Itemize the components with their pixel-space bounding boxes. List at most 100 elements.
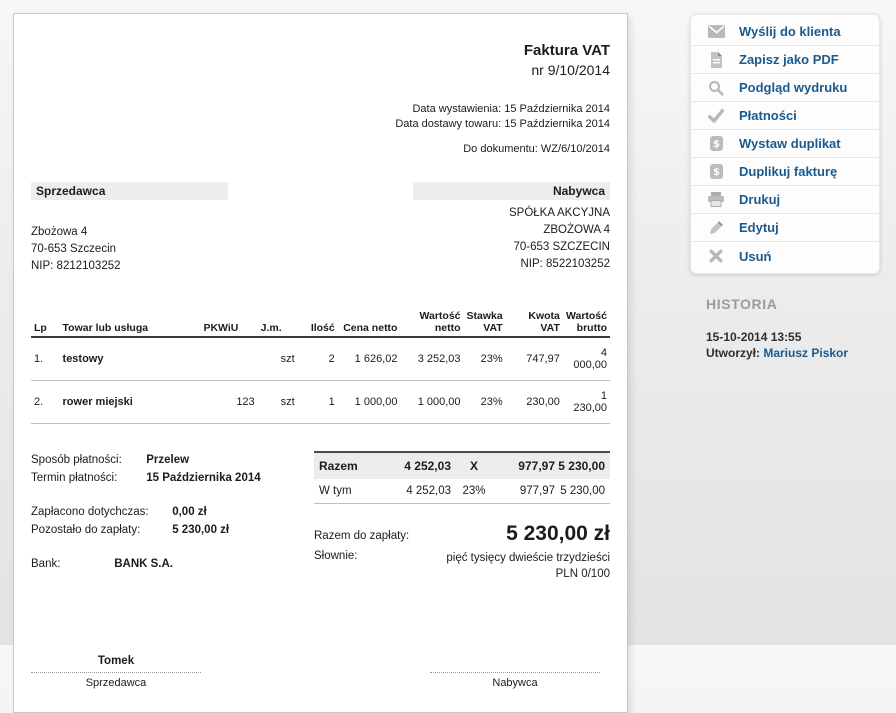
parties-section: Sprzedawca Zbożowa 4 70-653 Szczecin NIP… xyxy=(31,182,610,275)
remaining-label: Pozostało do zapłaty: xyxy=(31,521,169,539)
signatures-section: Tomek Sprzedawca Nabywca xyxy=(31,655,610,689)
in-words-line1: pięć tysięcy dwieście trzydzieści xyxy=(446,552,610,564)
action-payments[interactable]: Płatności xyxy=(691,102,879,130)
history-header: HISTORIA xyxy=(706,296,886,312)
invoice-lower-section: Sposób płatności: Przelew Termin płatnoś… xyxy=(31,451,610,589)
summary-total-vat: 977,97 xyxy=(497,459,555,473)
payment-details: Sposób płatności: Przelew Termin płatnoś… xyxy=(31,451,309,589)
action-label: Płatności xyxy=(739,108,797,123)
action-print-preview[interactable]: Podgląd wydruku xyxy=(691,74,879,102)
item-qty: 2 xyxy=(298,337,338,381)
envelope-icon xyxy=(707,23,725,40)
action-save-as-pdf[interactable]: Zapisz jako PDF xyxy=(691,46,879,74)
action-print[interactable]: Drukuj xyxy=(691,186,879,214)
seller-signature: Tomek Sprzedawca xyxy=(31,655,201,689)
bank-group: Bank: BANK S.A. xyxy=(31,555,309,573)
col-header-jm: J.m. xyxy=(258,308,298,337)
items-header-row: Lp Towar lub usługa PKWiU J.m. Ilość Cen… xyxy=(31,308,610,337)
pdf-icon xyxy=(707,51,725,68)
item-name: rower miejski xyxy=(60,381,201,424)
history-user-link[interactable]: Mariusz Piskor xyxy=(763,346,848,360)
summary-breakdown-label: W tym xyxy=(319,485,375,497)
summary-breakdown-gross: 5 230,00 xyxy=(555,485,605,497)
action-delete[interactable]: Usuń xyxy=(691,242,879,270)
item-name: testowy xyxy=(60,337,201,381)
buyer-header: Nabywca xyxy=(413,182,610,200)
check-icon xyxy=(707,107,725,124)
seller-line: 70-653 Szczecin xyxy=(31,241,228,258)
seller-line: Zbożowa 4 xyxy=(31,224,228,241)
buyer-signature: Nabywca xyxy=(430,655,600,689)
action-label: Usuń xyxy=(739,249,772,264)
buyer-line: NIP: 8522103252 xyxy=(413,256,610,273)
summary-breakdown-row: W tym 4 252,03 23% 977,97 5 230,00 xyxy=(314,479,610,504)
action-duplicate-invoice[interactable]: $ Duplikuj fakturę xyxy=(691,158,879,186)
item-net: 1 000,00 xyxy=(400,381,463,424)
buyer-signature-name xyxy=(430,655,600,671)
action-issue-duplicate[interactable]: $ Wystaw duplikat xyxy=(691,130,879,158)
invoice-document: Faktura VAT nr 9/10/2014 Data wystawieni… xyxy=(13,13,628,713)
summary-total-row: Razem 4 252,03 X 977,97 5 230,00 xyxy=(314,451,610,479)
payment-due-row: Termin płatności: 15 Października 2014 xyxy=(31,469,309,487)
summary-breakdown-net: 4 252,03 xyxy=(375,485,451,497)
totals-block: Razem do zapłaty: 5 230,00 zł Słownie: p… xyxy=(314,522,610,582)
magnifier-icon xyxy=(707,79,725,96)
action-label: Duplikuj fakturę xyxy=(739,164,837,179)
payment-due-value: 15 Października 2014 xyxy=(146,472,260,484)
col-header-pkwiu: PKWiU xyxy=(200,308,257,337)
in-words-value: pięć tysięcy dwieście trzydzieści PLN 0/… xyxy=(446,550,610,582)
item-lp: 2. xyxy=(31,381,60,424)
item-pkwiu xyxy=(200,337,257,381)
related-document-label: Do dokumentu: xyxy=(463,143,538,155)
printer-icon xyxy=(707,191,725,208)
seller-signature-line xyxy=(31,671,201,673)
remaining-row: Pozostało do zapłaty: 5 230,00 zł xyxy=(31,521,309,539)
total-due-row: Razem do zapłaty: 5 230,00 zł xyxy=(314,522,610,546)
pencil-icon xyxy=(707,219,725,236)
history-timestamp: 15-10-2014 13:55 xyxy=(706,329,886,345)
item-jm: szt xyxy=(258,337,298,381)
summary-breakdown-vat: 977,97 xyxy=(497,485,555,497)
seller-signature-name: Tomek xyxy=(31,655,201,671)
summary-total-rate: X xyxy=(451,459,497,473)
table-row: 1. testowy szt 2 1 626,02 3 252,03 23% 7… xyxy=(31,337,610,381)
payment-method-label: Sposób płatności: xyxy=(31,451,143,469)
history-section: HISTORIA 15-10-2014 13:55 Utworzył: Mari… xyxy=(706,296,886,361)
action-label: Podgląd wydruku xyxy=(739,80,847,95)
issue-date-row: Data wystawienia: 15 Października 2014 xyxy=(31,102,610,117)
buyer-line: SPÓŁKA AKCYJNA xyxy=(413,205,610,222)
svg-text:$: $ xyxy=(713,139,720,150)
vat-summary: Razem 4 252,03 X 977,97 5 230,00 W tym 4… xyxy=(314,451,610,589)
table-row: 2. rower miejski 123 szt 1 1 000,00 1 00… xyxy=(31,381,610,424)
action-label: Edytuj xyxy=(739,220,779,235)
history-entry: 15-10-2014 13:55 Utworzył: Mariusz Pisko… xyxy=(706,329,886,361)
dollar-icon: $ xyxy=(707,135,725,152)
col-header-unit-net: Cena netto xyxy=(338,308,401,337)
payment-method-value: Przelew xyxy=(146,454,189,466)
summary-breakdown-rate: 23% xyxy=(451,485,497,497)
bank-value: BANK S.A. xyxy=(114,558,173,570)
history-action-label: Utworzył: xyxy=(706,346,760,360)
summary-total-label: Razem xyxy=(319,459,375,473)
col-header-vat: Kwota VAT xyxy=(506,308,563,337)
payment-method-group: Sposób płatności: Przelew Termin płatnoś… xyxy=(31,451,309,487)
item-gross: 4 000,00 xyxy=(563,337,610,381)
seller-address: Zbożowa 4 70-653 Szczecin NIP: 821210325… xyxy=(31,224,228,275)
action-label: Zapisz jako PDF xyxy=(739,52,839,67)
col-header-lp: Lp xyxy=(31,308,60,337)
action-edit[interactable]: Edytuj xyxy=(691,214,879,242)
invoice-header: Faktura VAT nr 9/10/2014 xyxy=(31,42,610,78)
seller-line: NIP: 8212103252 xyxy=(31,258,228,275)
issue-date-label: Data wystawienia: xyxy=(412,103,501,115)
action-send-to-client[interactable]: Wyślij do klienta xyxy=(691,18,879,46)
payment-status-group: Zapłacono dotychczas: 0,00 zł Pozostało … xyxy=(31,503,309,539)
col-header-vat-rate: Stawka VAT xyxy=(464,308,506,337)
amount-in-words-row: Słownie: pięć tysięcy dwieście trzydzieś… xyxy=(314,550,610,582)
item-unit-net: 1 626,02 xyxy=(338,337,401,381)
seller-block: Sprzedawca Zbożowa 4 70-653 Szczecin NIP… xyxy=(31,182,228,275)
svg-text:$: $ xyxy=(713,167,720,178)
payment-method-row: Sposób płatności: Przelew xyxy=(31,451,309,469)
seller-signature-label: Sprzedawca xyxy=(31,677,201,689)
item-pkwiu: 123 xyxy=(200,381,257,424)
bank-label: Bank: xyxy=(31,555,111,573)
